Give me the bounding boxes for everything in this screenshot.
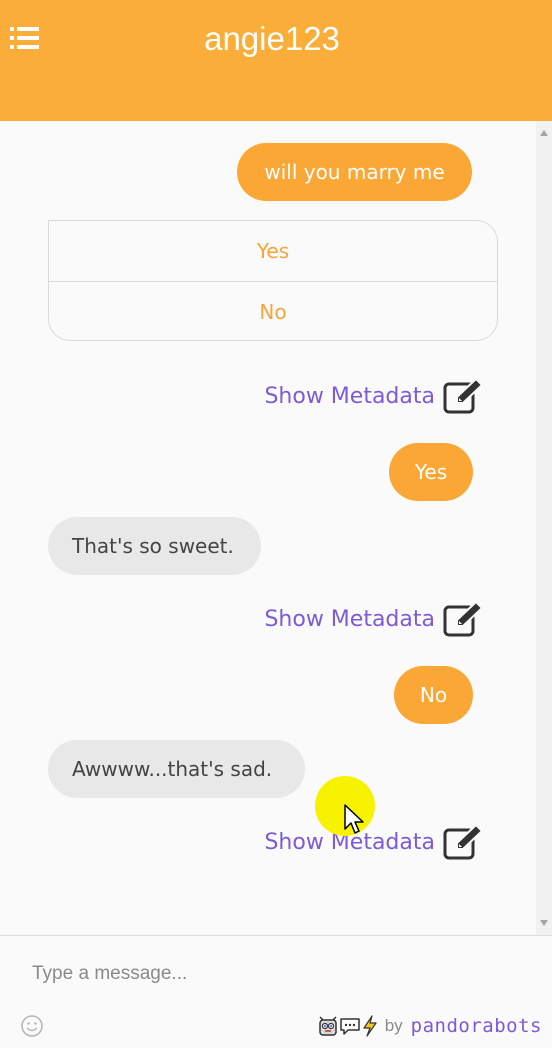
pandorabots-branding[interactable]: by pandorabots (317, 1014, 542, 1038)
reply-option-no[interactable]: No (49, 281, 497, 341)
edit-pencil-icon[interactable] (443, 823, 487, 861)
quick-reply-buttons: Yes No (48, 220, 498, 341)
chat-scrollbar[interactable] (536, 121, 552, 935)
edit-pencil-icon[interactable] (443, 377, 487, 415)
branding-name[interactable]: pandorabots (411, 1015, 542, 1037)
chat-bubble-icon (339, 1018, 360, 1035)
metadata-row: Show Metadata (187, 377, 487, 415)
mouse-pointer-icon (344, 804, 364, 834)
bot-title: angie123 (204, 20, 340, 57)
bot-message: That's so sweet. (48, 517, 261, 575)
chat-header: angie123 (0, 0, 552, 121)
robot-face-icon (318, 1016, 337, 1036)
user-message: will you marry me (237, 143, 472, 201)
scroll-up-icon[interactable] (540, 130, 548, 136)
reply-option-yes[interactable]: Yes (49, 221, 497, 281)
show-metadata-link[interactable]: Show Metadata (264, 602, 435, 638)
user-message: Yes (389, 443, 473, 501)
bot-message: Awwww...that's sad. (48, 740, 305, 798)
message-composer: by pandorabots (0, 935, 552, 1048)
user-message: No (394, 666, 473, 724)
branding-by-text: by (384, 1016, 403, 1035)
edit-pencil-icon[interactable] (443, 600, 487, 638)
show-metadata-link[interactable]: Show Metadata (264, 379, 435, 415)
metadata-row: Show Metadata (187, 600, 487, 638)
scroll-down-icon[interactable] (540, 920, 548, 926)
message-input[interactable] (14, 952, 534, 996)
lightning-icon (363, 1015, 377, 1037)
smiley-icon[interactable] (20, 1014, 44, 1038)
